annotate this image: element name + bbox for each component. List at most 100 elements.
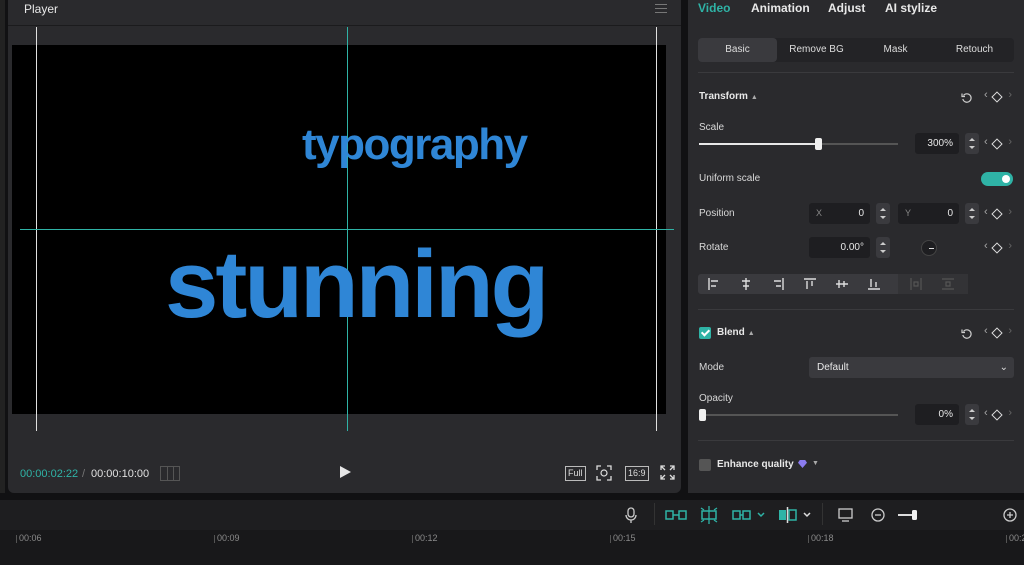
aspect-ratio-button[interactable]: 16:9 <box>625 466 649 481</box>
blend-keyframe-icon[interactable]: ‹ › <box>984 325 1012 339</box>
zoom-slider[interactable] <box>898 506 922 524</box>
toolbar-separator <box>822 503 823 525</box>
subtab-retouch[interactable]: Retouch <box>935 38 1014 62</box>
rotate-keyframe-icon[interactable]: ‹ › <box>984 240 1012 254</box>
fit-screen-icon[interactable] <box>596 465 612 481</box>
tick-mark <box>412 535 413 543</box>
tab-adjust[interactable]: Adjust <box>828 1 865 15</box>
rotate-label: Rotate <box>699 242 729 253</box>
full-quality-button[interactable]: Full <box>565 466 586 481</box>
blend-checkbox[interactable] <box>699 327 711 339</box>
scale-slider-fill <box>699 143 818 145</box>
align-top-icon[interactable] <box>794 274 826 294</box>
zoom-out-icon[interactable] <box>870 506 886 524</box>
player-title: Player <box>24 2 59 16</box>
play-button[interactable] <box>340 466 351 478</box>
tick-mark <box>214 535 215 543</box>
timeline-toolbar <box>0 500 1024 530</box>
uniform-scale-toggle[interactable] <box>981 172 1013 186</box>
blend-mode-select[interactable]: Default ⌄ <box>809 357 1014 378</box>
alignment-toolbar <box>698 274 968 294</box>
fullscreen-icon[interactable] <box>660 465 675 480</box>
mode-label: Mode <box>699 362 725 373</box>
align-center-horizontal-icon[interactable] <box>730 274 762 294</box>
reset-transform-icon[interactable] <box>961 91 973 103</box>
tick-label: 00:18 <box>811 533 834 543</box>
pro-gem-icon <box>798 460 807 468</box>
collapse-caret-icon: ▲ <box>750 94 758 101</box>
zoom-in-icon[interactable] <box>1002 506 1018 524</box>
canvas-text-typography[interactable]: typography <box>302 120 528 170</box>
align-center-vertical-icon[interactable] <box>826 274 858 294</box>
canvas-text-stunning[interactable]: stunning <box>165 230 549 340</box>
transform-keyframe-icon[interactable]: ‹ › <box>984 89 1012 103</box>
position-keyframe-icon[interactable]: ‹ › <box>984 206 1012 220</box>
tick-mark <box>1006 535 1007 543</box>
opacity-value-input[interactable]: 0% <box>915 404 959 425</box>
opacity-label: Opacity <box>699 393 733 404</box>
tick-label: 00:2 <box>1009 533 1024 543</box>
opacity-slider[interactable] <box>699 414 898 416</box>
position-x-stepper[interactable] <box>876 203 890 224</box>
time-separator: / <box>82 468 86 480</box>
subtab-remove-bg[interactable]: Remove BG <box>777 38 856 62</box>
preview-axis-icon[interactable] <box>732 506 766 524</box>
enhance-quality-checkbox[interactable] <box>699 459 711 471</box>
menu-icon[interactable] <box>655 4 667 14</box>
subtab-mask[interactable]: Mask <box>856 38 935 62</box>
divider <box>698 309 1014 310</box>
tab-ai-stylize[interactable]: AI stylize <box>885 1 937 15</box>
align-bottom-icon[interactable] <box>858 274 890 294</box>
opacity-slider-thumb[interactable] <box>699 409 706 421</box>
scale-stepper[interactable] <box>965 133 979 154</box>
split-tool-icon[interactable] <box>778 506 812 524</box>
tick-label: 00:15 <box>613 533 636 543</box>
total-time: 00:00:10:00 <box>91 468 150 480</box>
distribute-vertical-icon <box>932 274 964 294</box>
subtab-basic[interactable]: Basic <box>698 38 777 62</box>
enhance-quality-title[interactable]: Enhance quality <box>717 459 794 470</box>
rotate-value-input[interactable]: 0.00° <box>809 237 870 258</box>
microphone-icon[interactable] <box>624 506 638 524</box>
opacity-keyframe-icon[interactable]: ‹ › <box>984 407 1012 421</box>
tick-label: 00:12 <box>415 533 438 543</box>
rotate-dial[interactable] <box>921 240 937 256</box>
opacity-stepper[interactable] <box>965 404 979 425</box>
rotate-stepper[interactable] <box>876 237 890 258</box>
link-clips-icon[interactable] <box>665 506 687 524</box>
left-panel-edge <box>0 0 5 493</box>
auto-snap-icon[interactable] <box>698 506 720 524</box>
scale-label: Scale <box>699 122 725 133</box>
timeline-ruler[interactable]: 00:06 00:09 00:12 00:15 00:18 00:2 <box>0 530 1024 565</box>
chevron-down-icon: ⌄ <box>999 362 1008 373</box>
tick-mark <box>808 535 809 543</box>
transform-section-header[interactable]: Transform ▲ <box>699 91 758 102</box>
tab-video[interactable]: Video <box>698 1 730 15</box>
tick-label: 00:09 <box>217 533 240 543</box>
scale-value-input[interactable]: 300% <box>915 133 959 154</box>
toolbar-separator <box>654 503 655 525</box>
subtab-bar: Basic Remove BG Mask Retouch <box>698 38 1014 62</box>
player-header: Player <box>8 0 681 26</box>
position-label: Position <box>699 208 735 219</box>
tab-animation[interactable]: Animation <box>751 1 810 15</box>
blend-title: Blend <box>717 327 745 338</box>
timecode-grid-icon[interactable] <box>160 466 180 481</box>
chevron-down-icon[interactable]: ▼ <box>812 460 819 467</box>
align-left-icon[interactable] <box>698 274 730 294</box>
current-time: 00:00:02:22 <box>20 468 79 480</box>
tick-mark <box>16 535 17 543</box>
property-tabs: Video Animation Adjust AI stylize <box>688 0 1024 18</box>
reset-blend-icon[interactable] <box>961 327 973 339</box>
scale-keyframe-icon[interactable]: ‹ › <box>984 136 1012 150</box>
position-y-stepper[interactable] <box>965 203 979 224</box>
divider <box>698 72 1014 73</box>
position-x-axis-label: X <box>816 208 823 218</box>
collapse-caret-icon: ▲ <box>747 330 755 337</box>
scale-slider-thumb[interactable] <box>815 138 822 150</box>
timeline-preview-icon[interactable] <box>837 506 855 524</box>
blend-section-header[interactable]: Blend ▲ <box>717 327 755 338</box>
properties-panel: Video Animation Adjust AI stylize Basic … <box>688 0 1024 493</box>
align-right-icon[interactable] <box>762 274 794 294</box>
divider <box>698 440 1014 441</box>
